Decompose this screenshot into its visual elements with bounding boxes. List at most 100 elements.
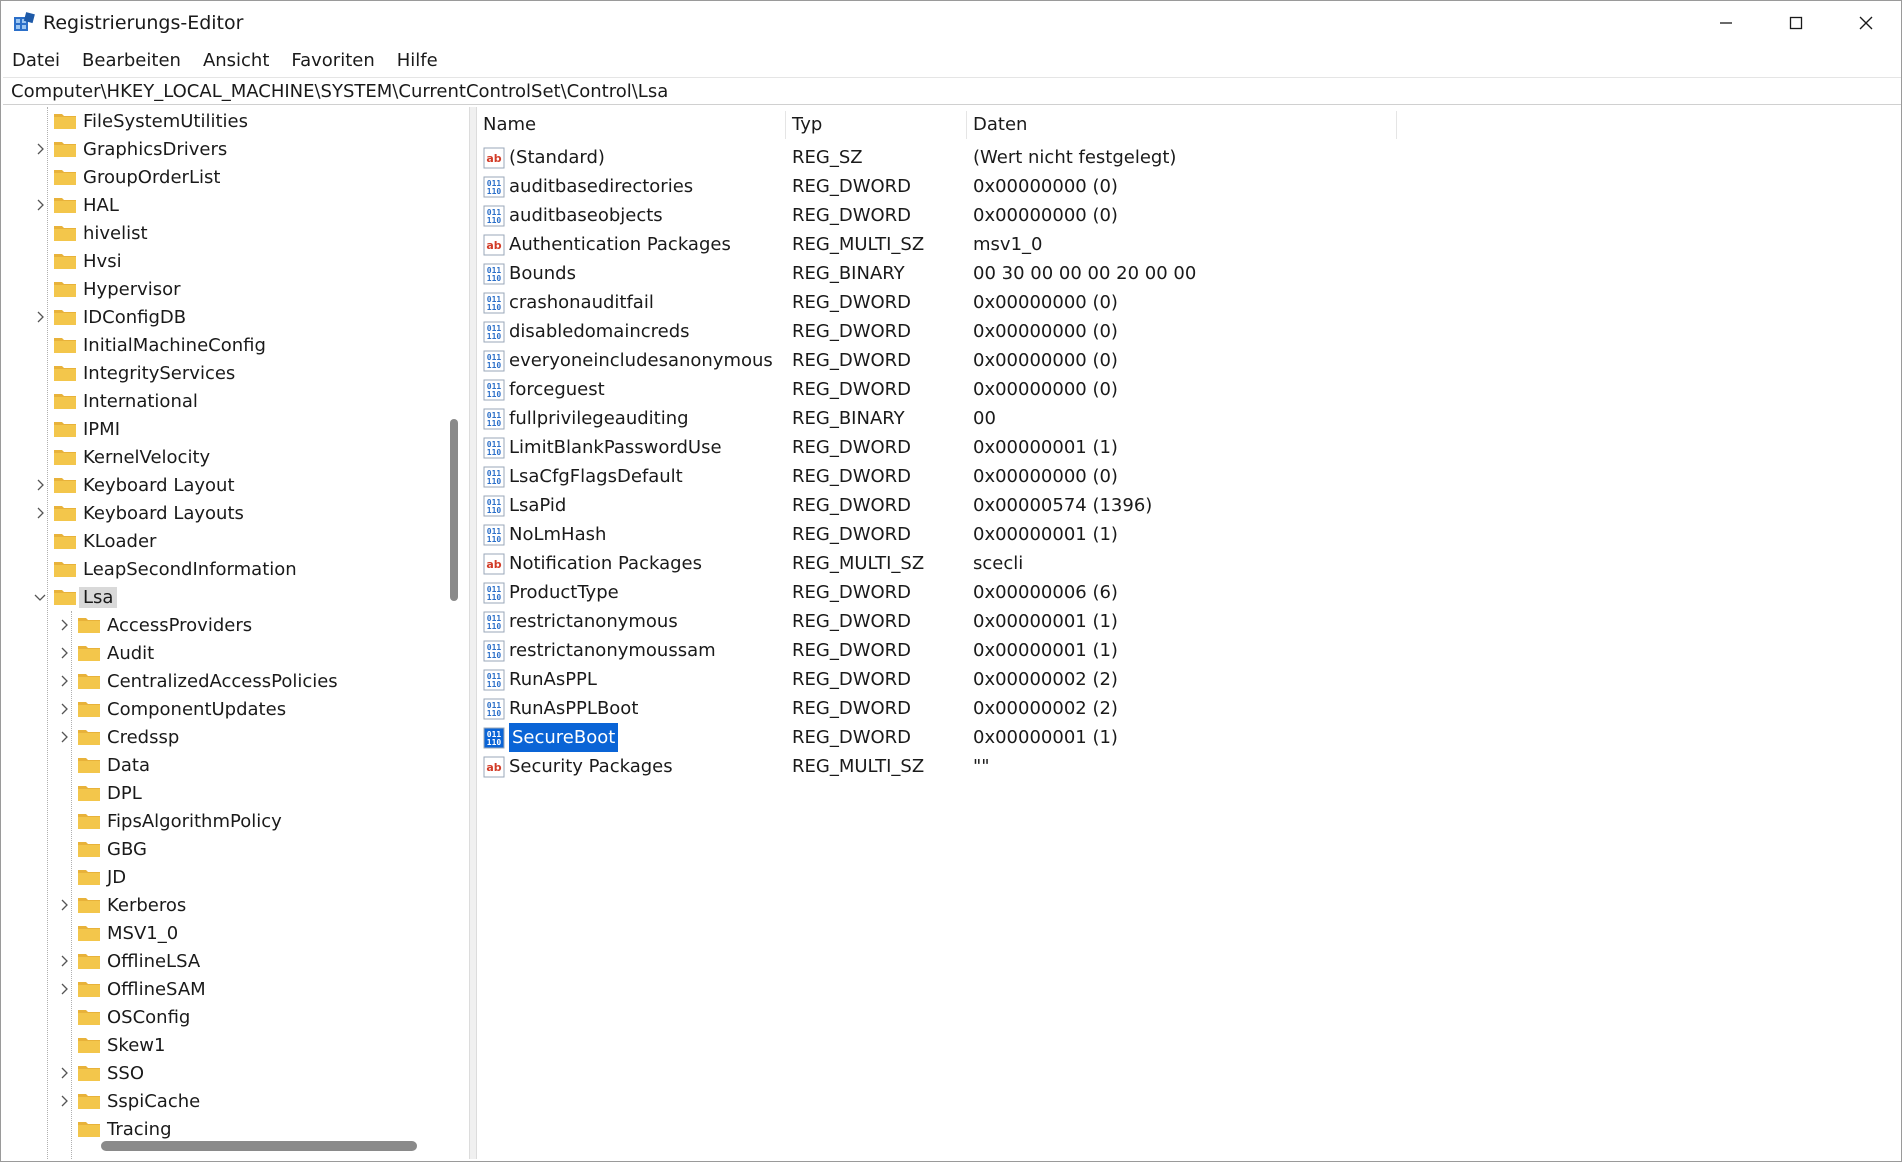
value-row[interactable]: 011 110 fullprivilegeauditing REG_BINARY 00 <box>477 404 1901 433</box>
tree-node[interactable]: Audit <box>57 639 154 667</box>
value-row[interactable]: 011 110 auditbasedirectories REG_DWORD 0x000… <box>477 172 1901 201</box>
value-row[interactable]: 011 110 restrictanonymous REG_DWORD 0x000000… <box>477 607 1901 636</box>
value-row[interactable]: 011 110 restrictanonymoussam REG_DWORD 0x000… <box>477 636 1901 665</box>
tree-node[interactable]: GraphicsDrivers <box>33 135 227 163</box>
value-row[interactable]: 011 110 disabledomaincreds REG_DWORD 0x00000… <box>477 317 1901 346</box>
maximize-button[interactable] <box>1761 1 1831 45</box>
tree-node[interactable]: IDConfigDB <box>33 303 186 331</box>
tree-node[interactable]: International <box>33 387 198 415</box>
value-row[interactable]: 011 110 auditbaseobjects REG_DWORD 0x0000000… <box>477 201 1901 230</box>
column-header-type[interactable]: Typ <box>786 111 967 139</box>
value-row[interactable]: 011 110 NoLmHash REG_DWORD 0x00000001 (1) <box>477 520 1901 549</box>
chevron-right-icon[interactable] <box>33 303 47 331</box>
value-row[interactable]: ab Notification Packages REG_MULTI_SZ scecl… <box>477 549 1901 578</box>
value-row[interactable]: 011 110 crashonauditfail REG_DWORD 0x0000000… <box>477 288 1901 317</box>
tree-node[interactable]: GroupOrderList <box>33 163 220 191</box>
chevron-right-icon[interactable] <box>57 695 71 723</box>
chevron-right-icon[interactable] <box>33 191 47 219</box>
value-type: REG_DWORD <box>792 640 912 661</box>
chevron-right-icon[interactable] <box>57 947 71 975</box>
chevron-right-icon[interactable] <box>33 499 47 527</box>
tree-node[interactable]: Hypervisor <box>33 275 181 303</box>
tree-node[interactable]: InitialMachineConfig <box>33 331 266 359</box>
value-row[interactable]: 011 110 LsaCfgFlagsDefault REG_DWORD 0x00000… <box>477 462 1901 491</box>
tree-node[interactable]: Skew1 <box>57 1031 165 1059</box>
tree-node[interactable]: Keyboard Layout <box>33 471 235 499</box>
value-name: (Standard) <box>509 147 605 168</box>
address-bar[interactable]: Computer\HKEY_LOCAL_MACHINE\SYSTEM\Curre… <box>3 77 1901 105</box>
tree-node-label: GBG <box>107 838 147 860</box>
value-row[interactable]: 011 110 ProductType REG_DWORD 0x00000006 (6) <box>477 578 1901 607</box>
value-data: 0x00000000 (0) <box>973 321 1118 342</box>
close-button[interactable] <box>1831 1 1901 45</box>
tree-node[interactable]: IntegrityServices <box>33 359 235 387</box>
tree-node[interactable]: Tracing <box>57 1115 172 1143</box>
tree-node[interactable]: CentralizedAccessPolicies <box>57 667 338 695</box>
tree-node[interactable]: KernelVelocity <box>33 443 210 471</box>
tree-node[interactable]: SspiCache <box>57 1087 200 1115</box>
tree-node-label: SSO <box>107 1062 145 1084</box>
chevron-right-icon[interactable] <box>57 1087 71 1115</box>
menu-hilfe[interactable]: Hilfe <box>386 47 449 75</box>
value-row[interactable]: 011 110 LimitBlankPasswordUse REG_DWORD 0x00… <box>477 433 1901 462</box>
value-row[interactable]: 011 110 RunAsPPLBoot REG_DWORD 0x00000002 (2… <box>477 694 1901 723</box>
chevron-right-icon[interactable] <box>33 135 47 163</box>
tree-node[interactable]: OSConfig <box>57 1003 190 1031</box>
tree-node-label: HAL <box>83 194 119 216</box>
tree-node[interactable]: KLoader <box>33 527 156 555</box>
value-row[interactable]: 011 110 RunAsPPL REG_DWORD 0x00000002 (2) <box>477 665 1901 694</box>
tree-node[interactable]: AccessProviders <box>57 611 252 639</box>
tree-node[interactable]: Kerberos <box>57 891 186 919</box>
chevron-right-icon[interactable] <box>57 639 71 667</box>
value-row[interactable]: ab (Standard) REG_SZ (Wert nicht festgelegt… <box>477 143 1901 172</box>
tree-node[interactable]: Data <box>57 751 150 779</box>
column-header-name[interactable]: Name <box>477 111 786 139</box>
tree-node[interactable]: HAL <box>33 191 119 219</box>
chevron-right-icon[interactable] <box>57 1059 71 1087</box>
tree-node[interactable]: IPMI <box>33 415 120 443</box>
menu-ansicht[interactable]: Ansicht <box>192 47 280 75</box>
tree-node[interactable]: JD <box>57 863 126 891</box>
menu-favoriten[interactable]: Favoriten <box>280 47 385 75</box>
column-header-data[interactable]: Daten <box>967 111 1397 139</box>
minimize-button[interactable] <box>1691 1 1761 45</box>
tree-node[interactable]: ComponentUpdates <box>57 695 286 723</box>
tree-node[interactable]: Credssp <box>57 723 179 751</box>
value-row[interactable]: ab Security Packages REG_MULTI_SZ "" <box>477 752 1901 781</box>
tree-node[interactable]: LeapSecondInformation <box>33 555 297 583</box>
chevron-right-icon[interactable] <box>57 723 71 751</box>
tree-node[interactable]: hivelist <box>33 219 148 247</box>
tree-vertical-scrollbar[interactable] <box>450 419 458 601</box>
chevron-right-icon[interactable] <box>33 471 47 499</box>
value-row[interactable]: ab Authentication Packages REG_MULTI_SZ msv… <box>477 230 1901 259</box>
tree-node[interactable]: SSO <box>57 1059 144 1087</box>
tree-node[interactable]: MSV1_0 <box>57 919 178 947</box>
tree-node[interactable]: GBG <box>57 835 147 863</box>
pane-splitter[interactable] <box>469 107 477 1159</box>
value-row[interactable]: 011 110 forceguest REG_DWORD 0x00000000 (0) <box>477 375 1901 404</box>
tree-node[interactable]: Keyboard Layouts <box>33 499 244 527</box>
folder-icon <box>54 338 76 353</box>
value-row[interactable]: 011 110 LsaPid REG_DWORD 0x00000574 (1396) <box>477 491 1901 520</box>
value-type: REG_DWORD <box>792 292 912 313</box>
menu-datei[interactable]: Datei <box>1 47 71 75</box>
value-row[interactable]: 011 110 everyoneincludesanonymous REG_DWORD… <box>477 346 1901 375</box>
tree-node-label: IDConfigDB <box>83 306 187 328</box>
tree-node[interactable]: FileSystemUtilities <box>33 107 248 135</box>
tree-node[interactable]: DPL <box>57 779 142 807</box>
value-row[interactable]: 011 110 SecureBoot REG_DWORD 0x00000001 (1) <box>477 723 1901 752</box>
menu-bearbeiten[interactable]: Bearbeiten <box>71 47 192 75</box>
tree-node[interactable]: FipsAlgorithmPolicy <box>57 807 282 835</box>
tree-node[interactable]: Lsa <box>33 583 118 611</box>
value-row[interactable]: 011 110 Bounds REG_BINARY 00 30 00 00 00 20 … <box>477 259 1901 288</box>
chevron-right-icon[interactable] <box>57 891 71 919</box>
tree-node[interactable]: OfflineLSA <box>57 947 200 975</box>
chevron-right-icon[interactable] <box>57 975 71 1003</box>
tree-node[interactable]: Hvsi <box>33 247 122 275</box>
tree-horizontal-scrollbar[interactable] <box>101 1141 417 1151</box>
chevron-down-icon[interactable] <box>33 583 47 611</box>
chevron-right-icon[interactable] <box>57 667 71 695</box>
chevron-right-icon[interactable] <box>57 611 71 639</box>
folder-icon <box>78 842 100 857</box>
tree-node[interactable]: OfflineSAM <box>57 975 206 1003</box>
